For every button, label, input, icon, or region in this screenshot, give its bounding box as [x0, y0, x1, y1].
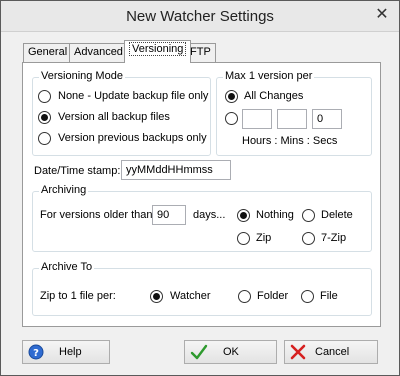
radio-zip[interactable] — [237, 232, 250, 245]
radio-version-all-label: Version all backup files — [58, 111, 170, 123]
radio-file-label: File — [320, 290, 338, 302]
ok-button-label: OK — [223, 346, 239, 358]
settings-dialog: New Watcher Settings ✕ General Advanced … — [0, 0, 400, 376]
svg-text:?: ? — [33, 348, 39, 359]
radio-watcher[interactable] — [150, 290, 163, 303]
hours-input[interactable] — [242, 109, 272, 129]
archive-to-title: Archive To — [39, 261, 95, 273]
radio-delete-label: Delete — [321, 209, 353, 221]
max-version-group: Max 1 version per All Changes Hours : Mi… — [216, 70, 372, 156]
archiving-group: Archiving For versions older than days..… — [32, 184, 372, 252]
tab-versioning[interactable]: Versioning — [124, 40, 192, 63]
versioning-mode-group: Versioning Mode None - Update backup fil… — [32, 70, 211, 156]
tab-advanced[interactable]: Advanced — [69, 43, 128, 62]
radio-none-update-label: None - Update backup file only — [58, 90, 209, 102]
versioning-mode-title: Versioning Mode — [39, 70, 125, 82]
radio-version-previous-label: Version previous backups only — [58, 132, 207, 144]
radio-file[interactable] — [301, 290, 314, 303]
radio-all-changes[interactable] — [225, 90, 238, 103]
time-units-label: Hours : Mins : Secs — [242, 135, 338, 147]
days-input[interactable] — [152, 205, 186, 225]
datetime-stamp-input[interactable] — [121, 160, 231, 180]
max-version-title: Max 1 version per — [223, 70, 315, 82]
secs-input[interactable] — [312, 109, 342, 129]
check-icon — [190, 344, 208, 360]
help-button[interactable]: ? Help — [22, 340, 110, 364]
tab-advanced-label: Advanced — [74, 46, 123, 58]
title-bar: New Watcher Settings ✕ — [1, 1, 399, 32]
tab-general[interactable]: General — [23, 43, 73, 62]
tab-ftp-label: FTP — [190, 46, 211, 58]
radio-delete[interactable] — [302, 209, 315, 222]
radio-folder[interactable] — [238, 290, 251, 303]
help-button-label: Help — [59, 346, 82, 358]
radio-zip-label: Zip — [256, 232, 272, 244]
older-than-label: For versions older than — [40, 209, 153, 221]
radio-all-changes-label: All Changes — [244, 90, 304, 102]
window-title: New Watcher Settings — [126, 8, 274, 25]
radio-version-previous[interactable] — [38, 132, 51, 145]
radio-7zip-label: 7-Zip — [321, 232, 347, 244]
datetime-stamp-label: Date/Time stamp: — [34, 165, 121, 177]
cancel-button-label: Cancel — [315, 346, 350, 358]
help-icon: ? — [28, 344, 44, 360]
tab-general-label: General — [28, 46, 68, 58]
days-label: days... — [193, 209, 226, 221]
radio-7zip[interactable] — [302, 232, 315, 245]
archiving-title: Archiving — [39, 184, 89, 196]
radio-version-all[interactable] — [38, 111, 51, 124]
close-icon: ✕ — [375, 6, 389, 23]
close-button[interactable]: ✕ — [371, 5, 393, 25]
versioning-panel: Versioning Mode None - Update backup fil… — [22, 62, 381, 327]
zip-to-label: Zip to 1 file per: — [40, 290, 116, 302]
radio-folder-label: Folder — [257, 290, 289, 302]
ok-button[interactable]: OK — [184, 340, 277, 364]
radio-watcher-label: Watcher — [170, 290, 211, 302]
radio-interval[interactable] — [225, 112, 238, 125]
tab-versioning-label: Versioning — [129, 42, 187, 56]
radio-nothing-label: Nothing — [256, 209, 294, 221]
cancel-button[interactable]: Cancel — [284, 340, 378, 364]
mins-input[interactable] — [277, 109, 307, 129]
archive-to-group: Archive To Zip to 1 file per: Watcher Fo… — [32, 261, 372, 316]
radio-none-update[interactable] — [38, 90, 51, 103]
cross-icon — [290, 344, 306, 360]
radio-nothing[interactable] — [237, 209, 250, 222]
